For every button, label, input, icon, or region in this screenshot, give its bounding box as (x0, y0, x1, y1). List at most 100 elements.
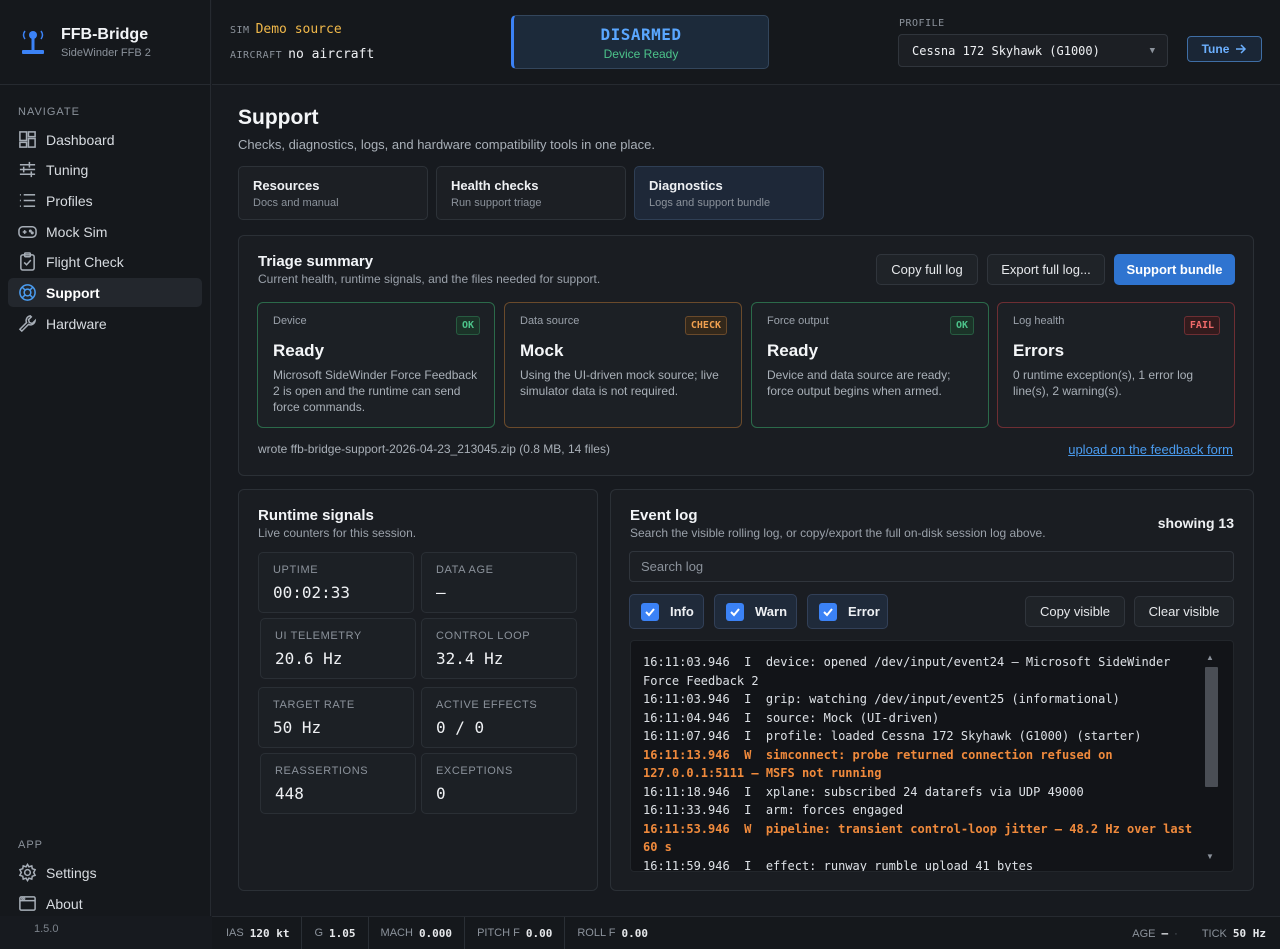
nav-label: Support (46, 284, 100, 301)
event-log-title: Event log (630, 507, 698, 524)
filter-error-checkbox[interactable]: Error (807, 594, 888, 629)
stat-ui-telemetry: UI TELEMETRY 20.6 Hz (260, 618, 416, 679)
stat-label: TARGET RATE (273, 699, 355, 711)
card-value: Ready (767, 341, 819, 360)
filter-warn-checkbox[interactable]: Warn (714, 594, 797, 629)
nav-item-profiles[interactable]: Profiles (8, 186, 202, 215)
nav-label: Dashboard (46, 131, 115, 148)
status-badge: OK (949, 316, 974, 335)
tab-title: Diagnostics (649, 178, 723, 193)
profile-select[interactable]: Cessna 172 Skyhawk (G1000) ▼ (898, 34, 1168, 67)
support-bundle-button[interactable]: Support bundle (1114, 254, 1235, 285)
scroll-thumb[interactable] (1205, 667, 1218, 787)
nav-item-mock-sim[interactable]: Mock Sim (8, 217, 202, 246)
checkbox-checked-icon (819, 602, 837, 621)
nav-item-about[interactable]: About (8, 889, 202, 918)
triage-card-log-health: Log health FAIL Errors 0 runtime excepti… (997, 302, 1235, 428)
scroll-up-icon[interactable]: ▲ (1206, 653, 1214, 662)
nav-item-dashboard[interactable]: Dashboard (8, 125, 202, 154)
status-badge: FAIL (1183, 316, 1220, 335)
copy-full-log-button[interactable]: Copy full log (876, 254, 978, 285)
stat-value: 00:02:33 (273, 583, 351, 602)
gear-icon (18, 863, 37, 882)
filter-label: Warn (755, 604, 788, 619)
status-badge: OK (455, 316, 480, 335)
nav-item-settings[interactable]: Settings (8, 858, 202, 887)
stat-value: 448 (275, 784, 304, 803)
stat-label: REASSERTIONS (275, 765, 369, 777)
status-g: G 1.05 (302, 916, 369, 949)
log-scrollbar[interactable]: ▲ ▼ (1204, 653, 1218, 861)
clear-visible-button[interactable]: Clear visible (1134, 596, 1234, 627)
mach-label: MACH (380, 927, 413, 939)
tune-button[interactable]: Tune (1187, 36, 1262, 62)
card-description: Using the UI-driven mock source; live si… (520, 368, 719, 398)
nav-item-flight-check[interactable]: Flight Check (8, 247, 202, 276)
card-label: Device (273, 315, 307, 327)
nav-item-support[interactable]: Support (8, 278, 202, 307)
profile-label: PROFILE (899, 18, 945, 29)
scroll-down-icon[interactable]: ▼ (1206, 852, 1214, 861)
tab-diagnostics[interactable]: Diagnostics Logs and support bundle (634, 166, 824, 220)
nav-label: About (46, 895, 83, 912)
checkbox-checked-icon (726, 602, 744, 621)
card-description: Microsoft SideWinder Force Feedback 2 is… (273, 368, 478, 414)
tab-resources[interactable]: Resources Docs and manual (238, 166, 428, 220)
app-version: 1.5.0 (34, 923, 59, 935)
stat-value: 0 / 0 (436, 718, 485, 737)
lifebuoy-icon (19, 284, 36, 301)
export-full-log-button[interactable]: Export full log... (987, 254, 1105, 285)
pitch-label: PITCH F (477, 927, 520, 939)
stat-exceptions: EXCEPTIONS 0 (421, 753, 577, 814)
nav-item-tuning[interactable]: Tuning (8, 155, 202, 184)
status-pitch-force: PITCH F 0.00 (465, 916, 566, 949)
tab-subtitle: Logs and support bundle (649, 197, 771, 209)
stat-target-rate: TARGET RATE 50 Hz (258, 687, 414, 748)
search-placeholder: Search log (641, 559, 704, 574)
copy-visible-button[interactable]: Copy visible (1025, 596, 1125, 627)
stat-value: 0 (436, 784, 446, 803)
card-label: Force output (767, 315, 829, 327)
sim-label: SIM (230, 25, 250, 36)
filter-info-checkbox[interactable]: Info (629, 594, 704, 629)
card-description: 0 runtime exception(s), 1 error log line… (1013, 368, 1194, 398)
stat-uptime: UPTIME 00:02:33 (258, 552, 414, 613)
log-line: 16:11:03.946 I device: opened /dev/input… (643, 655, 1178, 688)
sim-value: Demo source (255, 22, 342, 37)
filter-label: Error (848, 604, 880, 619)
feedback-form-link[interactable]: upload on the feedback form (1068, 442, 1233, 457)
roll-value: 0.00 (621, 926, 648, 940)
app-heading: APP (18, 839, 44, 851)
dashboard-icon (19, 131, 36, 148)
stat-control-loop: CONTROL LOOP 32.4 Hz (421, 618, 577, 679)
arm-state-panel[interactable]: DISARMED Device Ready (511, 15, 769, 69)
stat-value: 50 Hz (273, 718, 322, 737)
status-bar: IAS 120 kt G 1.05 MACH 0.000 PITCH F 0.00 RO… (212, 916, 1280, 949)
card-value: Ready (273, 341, 325, 360)
nav-label: Flight Check (46, 253, 124, 270)
age-value: — (1161, 927, 1169, 940)
nav-item-hardware[interactable]: Hardware (8, 309, 202, 338)
sim-status: SIM Demo source (230, 22, 342, 37)
stat-label: CONTROL LOOP (436, 630, 531, 642)
triage-subtitle: Current health, runtime signals, and the… (258, 272, 601, 286)
triage-card-device: Device OK Ready Microsoft SideWinder For… (257, 302, 495, 428)
log-line: 16:11:04.946 I source: Mock (UI-driven) (643, 710, 940, 725)
arrow-right-icon (1236, 44, 1247, 54)
status-right: AGE — · TICK 50 Hz (1120, 917, 1280, 949)
tick-label: TICK (1201, 927, 1227, 940)
log-line: 16:11:59.946 I effect: runway rumble upl… (643, 858, 1034, 872)
window-icon (19, 896, 36, 911)
search-log-input[interactable]: Search log (629, 551, 1234, 582)
log-line: 16:11:18.946 I xplane: subscribed 24 dat… (643, 784, 1084, 799)
tab-health-checks[interactable]: Health checks Run support triage (436, 166, 626, 220)
event-log-output[interactable]: 16:11:03.946 I device: opened /dev/input… (630, 640, 1234, 872)
status-badge: CHECK (684, 316, 727, 335)
device-ready-status: Device Ready (603, 47, 679, 61)
runtime-subtitle: Live counters for this session. (258, 526, 417, 540)
status-roll-force: ROLL F 0.00 (565, 917, 660, 949)
card-description: Device and data source are ready; force … (767, 368, 951, 398)
card-value: Mock (520, 341, 564, 360)
mach-value: 0.000 (418, 926, 453, 940)
event-log-subtitle: Search the visible rolling log, or copy/… (630, 526, 1046, 540)
